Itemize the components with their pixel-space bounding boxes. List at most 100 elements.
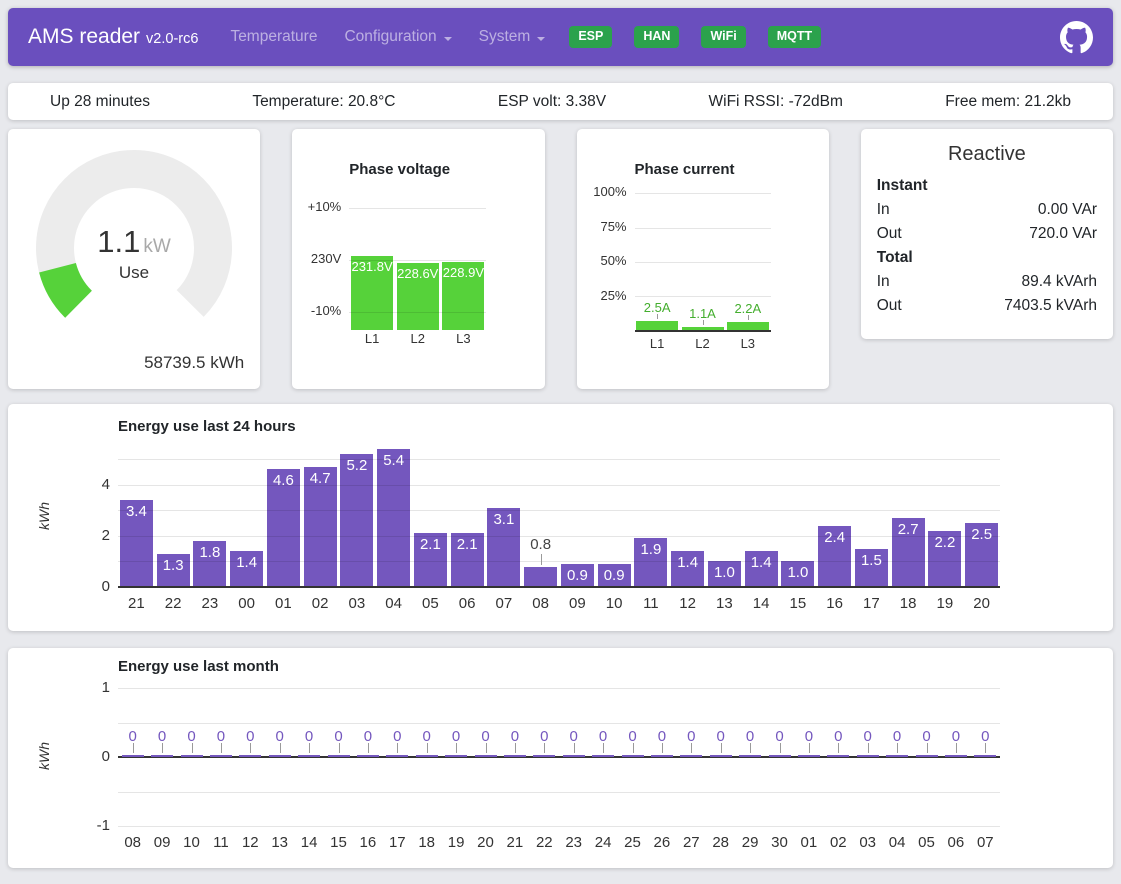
x-tick-label: 15 — [780, 595, 817, 612]
gauge-unit: kW — [143, 236, 170, 257]
label-callout-line — [748, 315, 749, 320]
bar[interactable] — [269, 755, 291, 758]
bar[interactable] — [357, 755, 379, 758]
bar-value-label: 0.9 — [598, 567, 631, 584]
bar[interactable] — [524, 567, 557, 587]
bar[interactable] — [827, 755, 849, 758]
bar-value-label: 2.5A — [635, 300, 680, 315]
bar-value-label: 2.1 — [451, 536, 484, 553]
y-tick-label: 1 — [56, 679, 110, 696]
x-tick-label: 17 — [383, 834, 412, 851]
bar[interactable] — [122, 755, 144, 758]
reactive-row-value: 0.00 VAr — [1038, 198, 1097, 222]
bar[interactable] — [298, 755, 320, 758]
x-tick-label: 28 — [706, 834, 735, 851]
label-callout-line — [309, 743, 310, 753]
label-callout-line — [897, 743, 898, 753]
bar[interactable] — [769, 755, 791, 758]
energy-month-chart: 0080090100110120130140150160170180190200… — [8, 648, 1113, 868]
x-tick-label: 03 — [339, 595, 376, 612]
bar-value-label: 1.9 — [634, 541, 667, 558]
bar[interactable] — [386, 755, 408, 758]
x-tick-label: 06 — [941, 834, 970, 851]
gridline — [118, 792, 1000, 793]
power-gauge-card: 1.1kW Use 58739.5 kWh — [8, 129, 260, 389]
x-tick-label: 05 — [412, 595, 449, 612]
app-title: AMS reader — [28, 25, 140, 48]
reactive-card: Reactive Instant In 0.00 VAr Out 720.0 V… — [861, 129, 1113, 339]
phase-voltage-chart: 231.8VL1228.6VL2228.9VL3+10%230V-10% — [292, 129, 544, 389]
x-tick-label: 00 — [228, 595, 265, 612]
bar[interactable] — [377, 449, 410, 587]
bar[interactable] — [651, 755, 673, 758]
x-tick-label: 10 — [596, 595, 633, 612]
label-callout-line — [809, 743, 810, 753]
gridline — [118, 459, 1000, 460]
bar-value-label: 3.1 — [487, 511, 520, 528]
y-tick-label: 2 — [56, 527, 110, 544]
label-callout-line — [956, 743, 957, 753]
nav-item-system[interactable]: System — [479, 28, 546, 46]
label-callout-line — [662, 743, 663, 753]
energy-total: 58739.5 kWh — [144, 353, 244, 373]
bar[interactable] — [798, 755, 820, 758]
status-badge-han: HAN — [634, 26, 679, 48]
x-tick-label: 02 — [302, 595, 339, 612]
bar-value-label: 2.1 — [414, 536, 447, 553]
nav-item-configuration[interactable]: Configuration — [344, 28, 451, 46]
bar-value-label: 1.0 — [781, 564, 814, 581]
bar[interactable] — [328, 755, 350, 758]
bar[interactable] — [504, 755, 526, 758]
label-callout-line — [780, 743, 781, 753]
energy-day-chart: 3.4211.3221.8231.4004.6014.7025.2035.404… — [8, 404, 1113, 631]
reactive-row: Out 7403.5 kVArh — [877, 294, 1097, 318]
bar[interactable] — [974, 755, 996, 758]
reactive-row-label: Out — [877, 294, 902, 318]
bar[interactable] — [680, 755, 702, 758]
x-tick-label: 23 — [559, 834, 588, 851]
nav-item-label: Configuration — [344, 28, 436, 46]
bar[interactable] — [210, 755, 232, 758]
bar-value-label: 4.6 — [267, 472, 300, 489]
gridline — [118, 536, 1000, 537]
bar[interactable] — [622, 755, 644, 758]
bar[interactable] — [563, 755, 585, 758]
x-tick-label: 03 — [853, 834, 882, 851]
bar[interactable] — [857, 755, 879, 758]
bar[interactable] — [533, 755, 555, 758]
bar[interactable] — [916, 755, 938, 758]
bar[interactable] — [592, 755, 614, 758]
bar[interactable] — [416, 755, 438, 758]
bar[interactable] — [475, 755, 497, 758]
reactive-row-value: 7403.5 kVArh — [1004, 294, 1097, 318]
x-tick-label: 18 — [890, 595, 927, 612]
bar[interactable] — [739, 755, 761, 758]
bar[interactable] — [181, 755, 203, 758]
bar-value-label: 4.7 — [304, 470, 337, 487]
gridline — [349, 312, 486, 313]
bar[interactable] — [239, 755, 261, 758]
bar[interactable] — [945, 755, 967, 758]
bar[interactable] — [886, 755, 908, 758]
power-gauge: 1.1kW Use — [34, 148, 234, 348]
nav-item-temperature[interactable]: Temperature — [230, 28, 317, 46]
bar[interactable] — [151, 755, 173, 758]
github-link[interactable] — [1060, 21, 1093, 54]
x-tick-label: 19 — [927, 595, 964, 612]
bar-value-label: 228.9V — [442, 265, 484, 280]
label-callout-line — [541, 554, 542, 565]
x-tick-label: 15 — [324, 834, 353, 851]
label-callout-line — [574, 743, 575, 753]
bar[interactable] — [710, 755, 732, 758]
x-tick-label: L3 — [441, 331, 487, 346]
label-callout-line — [927, 743, 928, 753]
wifi-rssi-text: WiFi RSSI: -72dBm — [709, 93, 843, 111]
reactive-row-label: In — [877, 198, 890, 222]
label-callout-line — [397, 743, 398, 753]
label-callout-line — [368, 743, 369, 753]
reactive-row: In 89.4 kVArh — [877, 270, 1097, 294]
bar[interactable] — [445, 755, 467, 758]
app-brand: AMS readerv2.0-rc6 — [28, 25, 198, 49]
x-tick-label: 13 — [265, 834, 294, 851]
x-tick-label: 26 — [647, 834, 676, 851]
